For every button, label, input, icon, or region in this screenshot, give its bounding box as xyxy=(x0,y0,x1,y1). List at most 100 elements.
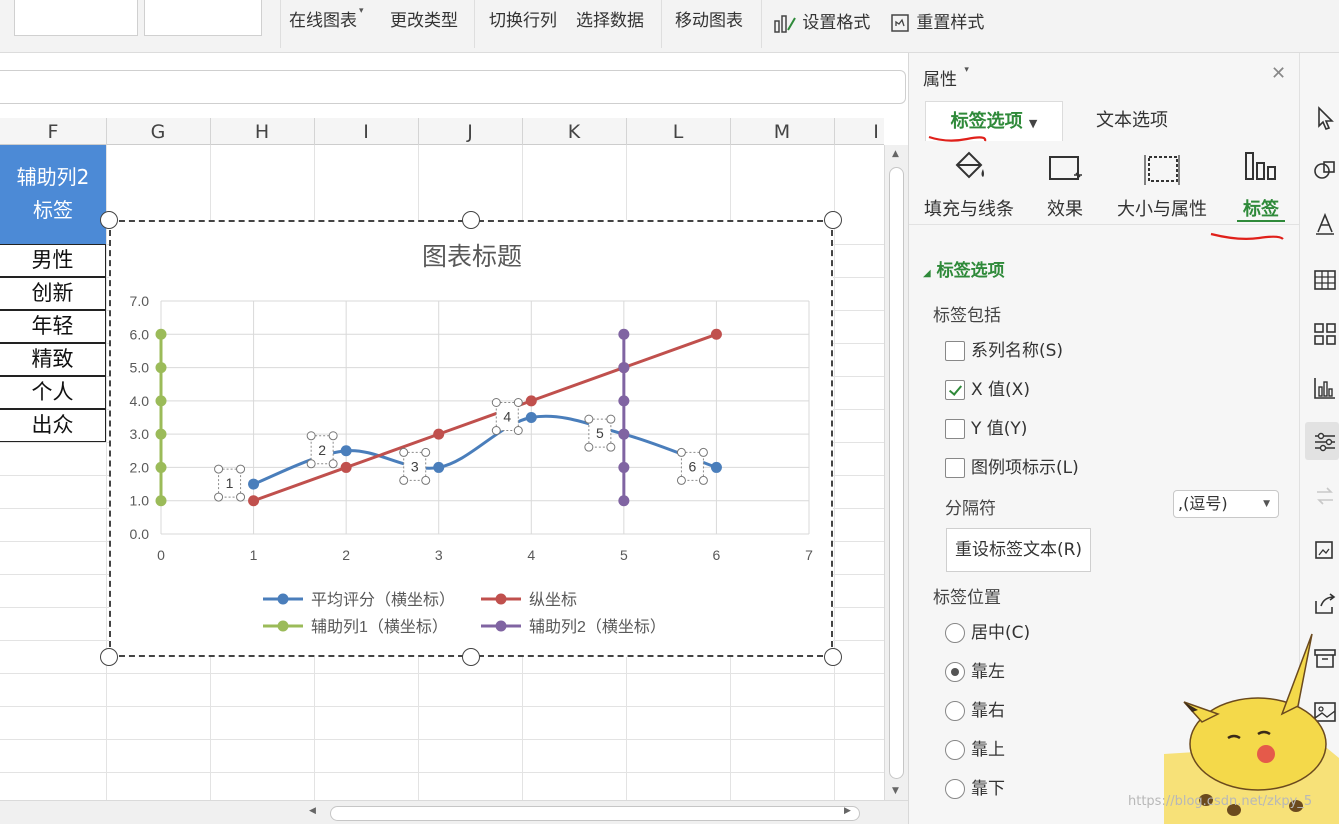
scroll-right-icon[interactable]: ▶ xyxy=(844,806,851,816)
triangle-down-icon: ◢ xyxy=(923,268,931,279)
data-label-handle xyxy=(421,447,431,457)
scroll-up-icon[interactable]: ▲ xyxy=(892,149,899,159)
shapes-icon[interactable] xyxy=(1312,157,1338,183)
series-point xyxy=(525,395,537,407)
legend-entry: 平均评分（横坐标） xyxy=(311,591,455,609)
radio-circle[interactable] xyxy=(945,779,965,799)
resize-handle[interactable] xyxy=(824,648,842,666)
checkbox-box[interactable] xyxy=(945,341,965,361)
radio-circle[interactable] xyxy=(945,701,965,721)
close-icon[interactable]: ✕ xyxy=(1271,63,1286,84)
chart-title[interactable]: 图表标题 xyxy=(422,243,522,271)
column-header-n[interactable]: I xyxy=(866,121,886,143)
panel-divider xyxy=(909,224,1300,225)
scroll-left-icon[interactable]: ◀ xyxy=(309,806,316,816)
scroll-down-icon[interactable]: ▼ xyxy=(892,786,899,796)
cell-f[interactable]: 出众 xyxy=(0,409,106,442)
chart-icon[interactable] xyxy=(1312,375,1338,401)
resize-handle[interactable] xyxy=(462,211,480,229)
radio-left[interactable]: 靠左 xyxy=(945,657,1005,682)
column-header-k[interactable]: K xyxy=(522,121,626,143)
text-style-icon[interactable] xyxy=(1312,211,1338,237)
online-chart-button[interactable]: 在线图表 ▾ xyxy=(289,6,364,31)
chart-style-thumbnail[interactable] xyxy=(14,0,138,36)
reset-style-button[interactable]: 重置样式 xyxy=(889,8,984,34)
radio-left-label: 靠左 xyxy=(971,662,1005,682)
toolbar-divider xyxy=(280,0,281,48)
checkbox-series-name[interactable]: 系列名称(S) xyxy=(945,336,1063,361)
cell-f[interactable]: 年轻 xyxy=(0,310,106,343)
column-header-l[interactable]: L xyxy=(626,121,730,143)
radio-circle[interactable] xyxy=(945,740,965,760)
cell-f[interactable]: 个人 xyxy=(0,376,106,409)
radio-circle[interactable] xyxy=(945,662,965,682)
radio-above[interactable]: 靠上 xyxy=(945,735,1005,760)
resize-handle[interactable] xyxy=(100,648,118,666)
radio-below[interactable]: 靠下 xyxy=(945,774,1005,799)
table-icon[interactable] xyxy=(1312,267,1338,293)
checkbox-legend-key[interactable]: 图例项标示(L) xyxy=(945,453,1079,478)
checkbox-x-value[interactable]: X 值(X) xyxy=(945,375,1030,400)
checkbox-box[interactable] xyxy=(945,380,965,400)
online-chart-label: 在线图表 xyxy=(289,11,357,31)
x-tick-label: 3 xyxy=(435,547,443,563)
select-data-button[interactable]: 选择数据 xyxy=(576,6,644,31)
radio-center[interactable]: 居中(C) xyxy=(945,618,1030,643)
select-cursor-icon[interactable] xyxy=(1312,105,1338,131)
vertical-scrollbar[interactable]: ▲ ▼ xyxy=(884,145,908,800)
formula-input[interactable] xyxy=(0,70,906,104)
column-header-g[interactable]: G xyxy=(106,121,210,143)
horizontal-scrollbar[interactable]: ◀ ▶ xyxy=(0,800,908,824)
chart-object[interactable]: 图表标题 0.0 1.0 2.0 3.0 4.0 5.0 6.0 7.0 0 1 2 3 4 5 6 7 1 2… xyxy=(109,220,833,657)
data-label-handle xyxy=(306,431,316,441)
format-icon xyxy=(774,15,796,33)
data-label: 3 xyxy=(411,458,419,474)
column-header-h[interactable]: H xyxy=(210,121,314,143)
horizontal-scroll-thumb[interactable] xyxy=(330,806,860,821)
reset-label-text-button[interactable]: 重设标签文本(R) xyxy=(946,528,1091,572)
section-label-options[interactable]: ◢ 标签选项 xyxy=(923,256,1005,281)
cell-f[interactable]: 创新 xyxy=(0,277,106,310)
resize-handle[interactable] xyxy=(824,211,842,229)
chart-style-thumbnail[interactable] xyxy=(144,0,262,36)
subtab-effect-label: 效果 xyxy=(1047,199,1083,220)
gallery-icon[interactable] xyxy=(1312,537,1338,563)
transform-icon[interactable] xyxy=(1312,483,1338,509)
column-header-f[interactable]: F xyxy=(0,121,106,143)
resize-handle[interactable] xyxy=(462,648,480,666)
subtab-label[interactable]: 标签 xyxy=(1235,149,1287,221)
data-label-handle xyxy=(584,414,594,424)
checkbox-box[interactable] xyxy=(945,419,965,439)
subtab-fill-line[interactable]: 填充与线条 xyxy=(923,149,1015,221)
data-label-handle xyxy=(421,475,431,485)
data-label: 2 xyxy=(318,442,326,458)
vertical-scroll-thumb[interactable] xyxy=(889,167,904,779)
radio-right[interactable]: 靠右 xyxy=(945,696,1005,721)
column-header-i[interactable]: I xyxy=(314,121,418,143)
resize-handle[interactable] xyxy=(100,211,118,229)
share-icon[interactable] xyxy=(1312,591,1338,617)
subtab-label-label: 标签 xyxy=(1243,199,1279,220)
cell-f[interactable]: 精致 xyxy=(0,343,106,376)
column-header-j[interactable]: J xyxy=(418,121,522,143)
checkbox-y-value[interactable]: Y 值(Y) xyxy=(945,414,1027,439)
checkbox-box[interactable] xyxy=(945,458,965,478)
subtab-effect[interactable]: 效果 xyxy=(1039,149,1091,221)
radio-circle[interactable] xyxy=(945,623,965,643)
move-chart-button[interactable]: 移动图表 xyxy=(675,6,743,31)
legend-marker xyxy=(277,620,289,632)
set-format-button[interactable]: 设置格式 xyxy=(773,8,870,34)
x-tick-label: 2 xyxy=(342,547,350,563)
cell-f-header[interactable]: 辅助列2 标签 xyxy=(0,145,106,244)
subtab-size-properties[interactable]: 大小与属性 xyxy=(1115,149,1209,221)
series-point xyxy=(248,478,260,490)
panel-title[interactable]: 属性 ▾ xyxy=(923,65,969,90)
tab-text-options[interactable]: 文本选项 xyxy=(1077,101,1187,141)
switch-row-col-button[interactable]: 切换行列 xyxy=(489,6,557,31)
grid-layout-icon[interactable] xyxy=(1312,321,1338,347)
separator-select[interactable]: ,(逗号) ▼ xyxy=(1173,490,1279,518)
change-type-button[interactable]: 更改类型 xyxy=(390,6,458,31)
cell-f[interactable]: 男性 xyxy=(0,244,106,277)
column-header-m[interactable]: M xyxy=(730,121,834,143)
properties-sliders-icon[interactable] xyxy=(1312,429,1338,455)
